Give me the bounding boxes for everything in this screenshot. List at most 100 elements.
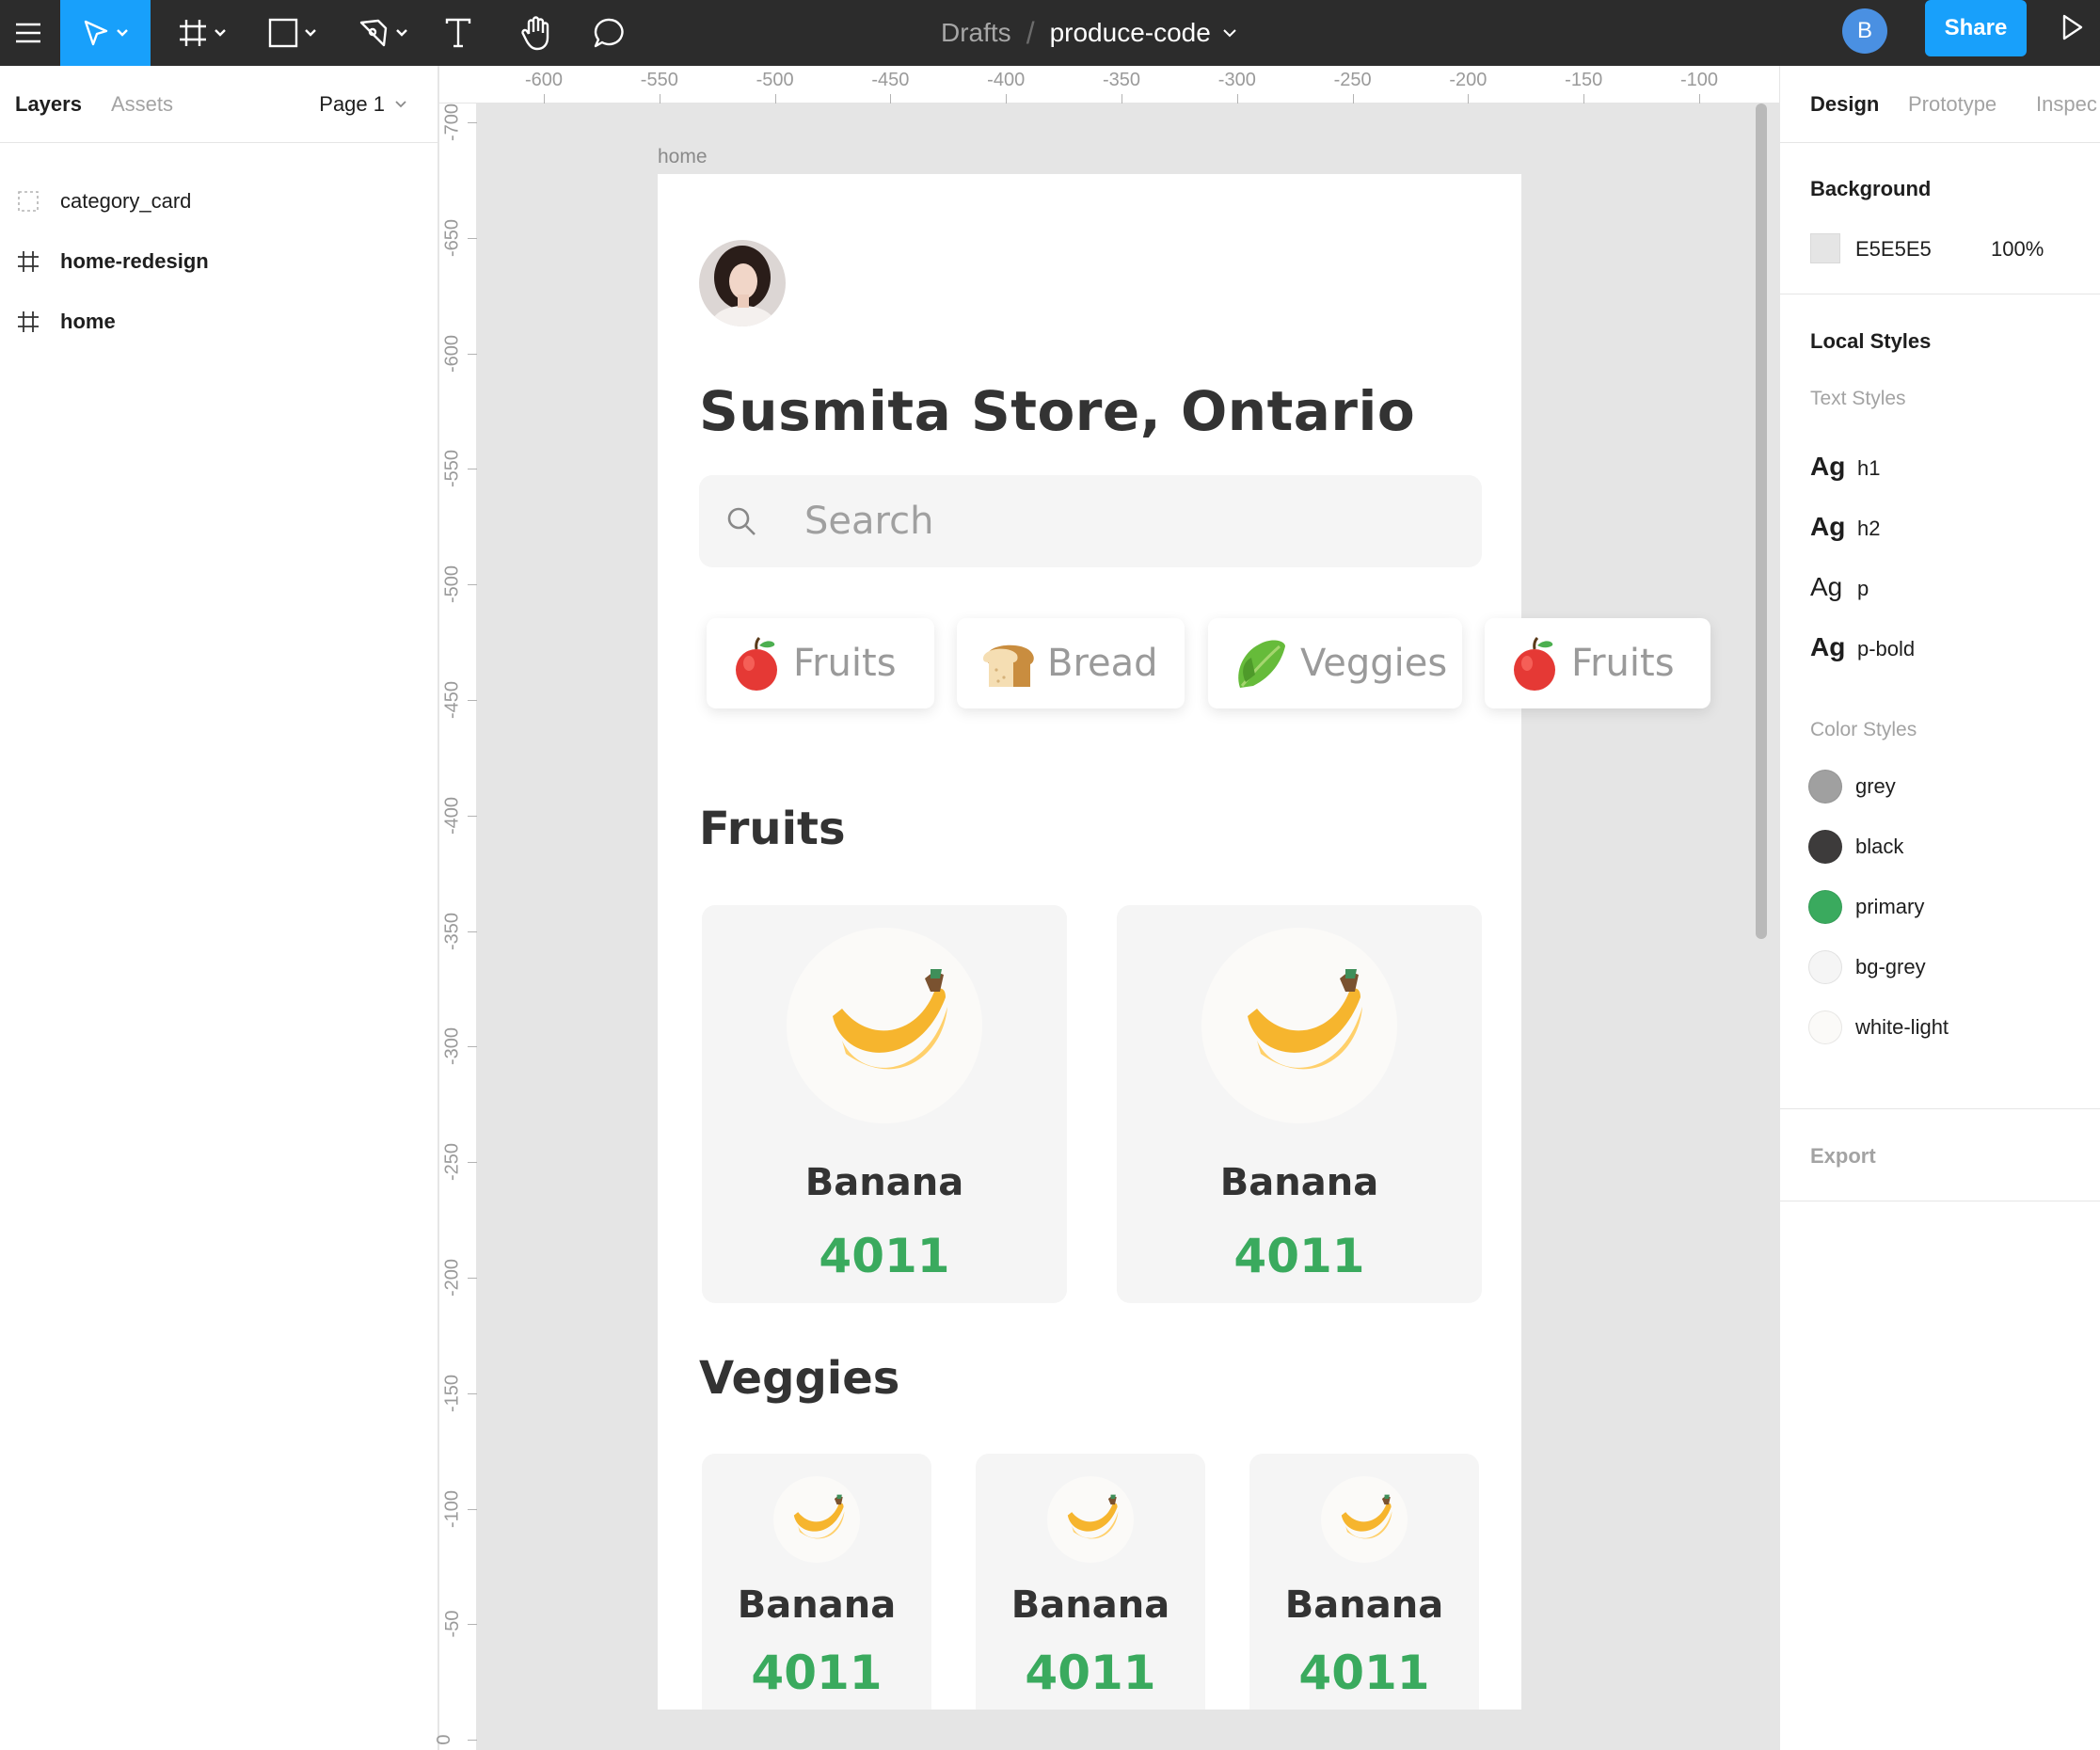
tab-design[interactable]: Design xyxy=(1810,92,1879,117)
file-name[interactable]: produce-code xyxy=(1050,18,1211,48)
comment-tool-icon xyxy=(594,18,624,48)
bread-icon xyxy=(979,636,1038,691)
chevron-down-icon xyxy=(395,101,406,108)
category-chip-veggies[interactable]: Veggies xyxy=(1208,618,1462,708)
color-style-name: white-light xyxy=(1855,1015,1949,1039)
search-bar[interactable] xyxy=(699,475,1482,567)
ruler-tick-label: -650 xyxy=(441,218,463,257)
pen-tool-icon xyxy=(359,19,388,47)
color-style-name: grey xyxy=(1855,774,1896,798)
text-style-item[interactable]: Ag p-bold xyxy=(1810,632,1915,662)
ruler-tick xyxy=(468,1392,477,1394)
tab-layers[interactable]: Layers xyxy=(15,92,82,117)
category-chip-bread[interactable]: Bread xyxy=(957,618,1185,708)
color-swatch xyxy=(1808,770,1842,803)
move-tool-button[interactable] xyxy=(60,0,151,66)
color-swatch xyxy=(1808,890,1842,924)
color-style-item[interactable]: bg-grey xyxy=(1808,950,1926,984)
chevron-down-icon[interactable] xyxy=(1222,28,1237,38)
ruler-tick xyxy=(468,1624,477,1626)
pen-tool-button[interactable] xyxy=(350,0,416,66)
ruler-tick xyxy=(774,94,776,103)
rectangle-tool-button[interactable] xyxy=(260,0,326,66)
ruler-tick-label: -550 xyxy=(441,450,463,488)
text-style-item[interactable]: Ag p xyxy=(1810,572,1869,602)
ruler-tick xyxy=(468,815,477,817)
hand-tool-button[interactable] xyxy=(508,0,565,66)
user-avatar[interactable]: B xyxy=(1842,8,1887,54)
color-style-name: primary xyxy=(1855,895,1925,918)
color-style-item[interactable]: black xyxy=(1808,830,1903,864)
background-swatch[interactable] xyxy=(1810,233,1840,263)
color-swatch xyxy=(1808,950,1842,984)
ruler-tick-label: -600 xyxy=(524,70,564,90)
ruler-tick-label: -550 xyxy=(640,70,678,90)
present-button[interactable] xyxy=(2060,13,2085,46)
layer-name: home-redesign xyxy=(60,249,209,273)
category-chip-fruits[interactable]: Fruits xyxy=(1485,618,1710,708)
category-chip-fruits[interactable]: Fruits xyxy=(707,618,934,708)
text-style-sample: Ag xyxy=(1810,572,1843,601)
ruler-tick-label: -350 xyxy=(441,912,463,950)
ruler-tick-label: -350 xyxy=(1102,70,1141,90)
background-heading: Background xyxy=(1810,177,1932,200)
apple-icon xyxy=(1507,634,1562,692)
frame-label[interactable]: home xyxy=(658,146,708,168)
color-style-item[interactable]: primary xyxy=(1808,890,1924,924)
layer-item[interactable]: home-redesign xyxy=(0,231,438,292)
home-frame[interactable]: Susmita Store, Ontario Fruits Bread Vegg… xyxy=(658,174,1710,1710)
apple-icon xyxy=(729,634,784,692)
text-style-item[interactable]: Ag h1 xyxy=(1810,452,1880,482)
background-hex[interactable]: E5E5E5 xyxy=(1855,237,1932,262)
ruler-tick-label: -400 xyxy=(441,796,463,835)
color-styles-heading: Color Styles xyxy=(1810,719,1917,740)
tab-prototype[interactable]: Prototype xyxy=(1908,92,1997,117)
ruler-tick xyxy=(468,700,477,701)
color-style-name: bg-grey xyxy=(1855,955,1926,978)
search-input[interactable] xyxy=(804,500,1369,543)
text-style-name: p-bold xyxy=(1857,637,1916,660)
ruler-tick xyxy=(468,1046,477,1048)
color-style-item[interactable]: white-light xyxy=(1808,1010,1949,1044)
page-selector[interactable]: Page 1 xyxy=(319,92,407,117)
ruler-top: -600 -550 -500 -450 -400 -350 -300 -250 -200 -150… xyxy=(439,66,1779,103)
frame-tool-button[interactable] xyxy=(169,0,235,66)
lettuce-icon xyxy=(1231,633,1291,693)
text-style-item[interactable]: Ag h2 xyxy=(1810,512,1880,542)
ruler-tick xyxy=(468,237,477,239)
component-dashed-icon xyxy=(17,190,45,213)
background-opacity[interactable]: 100% xyxy=(1991,237,2044,262)
text-style-sample: Ag xyxy=(1810,632,1846,661)
layers-panel: Layers Assets Page 1 category_card home-… xyxy=(0,66,438,1750)
layer-item[interactable]: category_card xyxy=(0,171,438,231)
ruler-tick-label: -200 xyxy=(441,1258,463,1297)
tab-assets[interactable]: Assets xyxy=(111,92,173,117)
ruler-tick xyxy=(468,353,477,355)
menu-icon[interactable] xyxy=(0,0,56,66)
chip-label: Veggies xyxy=(1300,642,1448,685)
tab-inspect[interactable]: Inspec xyxy=(2036,92,2097,117)
chip-label: Fruits xyxy=(793,642,897,685)
breadcrumb-drafts[interactable]: Drafts xyxy=(941,18,1011,48)
share-button[interactable]: Share xyxy=(1925,0,2027,56)
color-style-item[interactable]: grey xyxy=(1808,770,1896,803)
breadcrumb-separator: / xyxy=(1026,15,1035,50)
chip-label: Bread xyxy=(1047,642,1158,685)
ruler-tick xyxy=(468,931,477,932)
layer-item[interactable]: home xyxy=(0,292,438,352)
export-heading[interactable]: Export xyxy=(1810,1144,1876,1169)
search-icon xyxy=(727,507,756,535)
text-tool-button[interactable] xyxy=(435,0,482,66)
ruler-tick xyxy=(1352,94,1354,103)
ruler-tick-label: -250 xyxy=(441,1143,463,1182)
text-style-sample: Ag xyxy=(1810,512,1846,541)
canvas-scrollbar[interactable] xyxy=(1756,103,1767,939)
ruler-tick-label: -450 xyxy=(441,680,463,720)
frame-hash-icon xyxy=(17,310,45,333)
chip-label: Fruits xyxy=(1571,642,1675,685)
top-toolbar: Drafts / produce-code B Share xyxy=(0,0,2100,66)
ruler-tick xyxy=(1236,94,1238,103)
ruler-tick-label: -600 xyxy=(441,334,463,373)
ruler-tick-label: -300 xyxy=(1217,70,1256,90)
comment-tool-button[interactable] xyxy=(583,0,636,66)
